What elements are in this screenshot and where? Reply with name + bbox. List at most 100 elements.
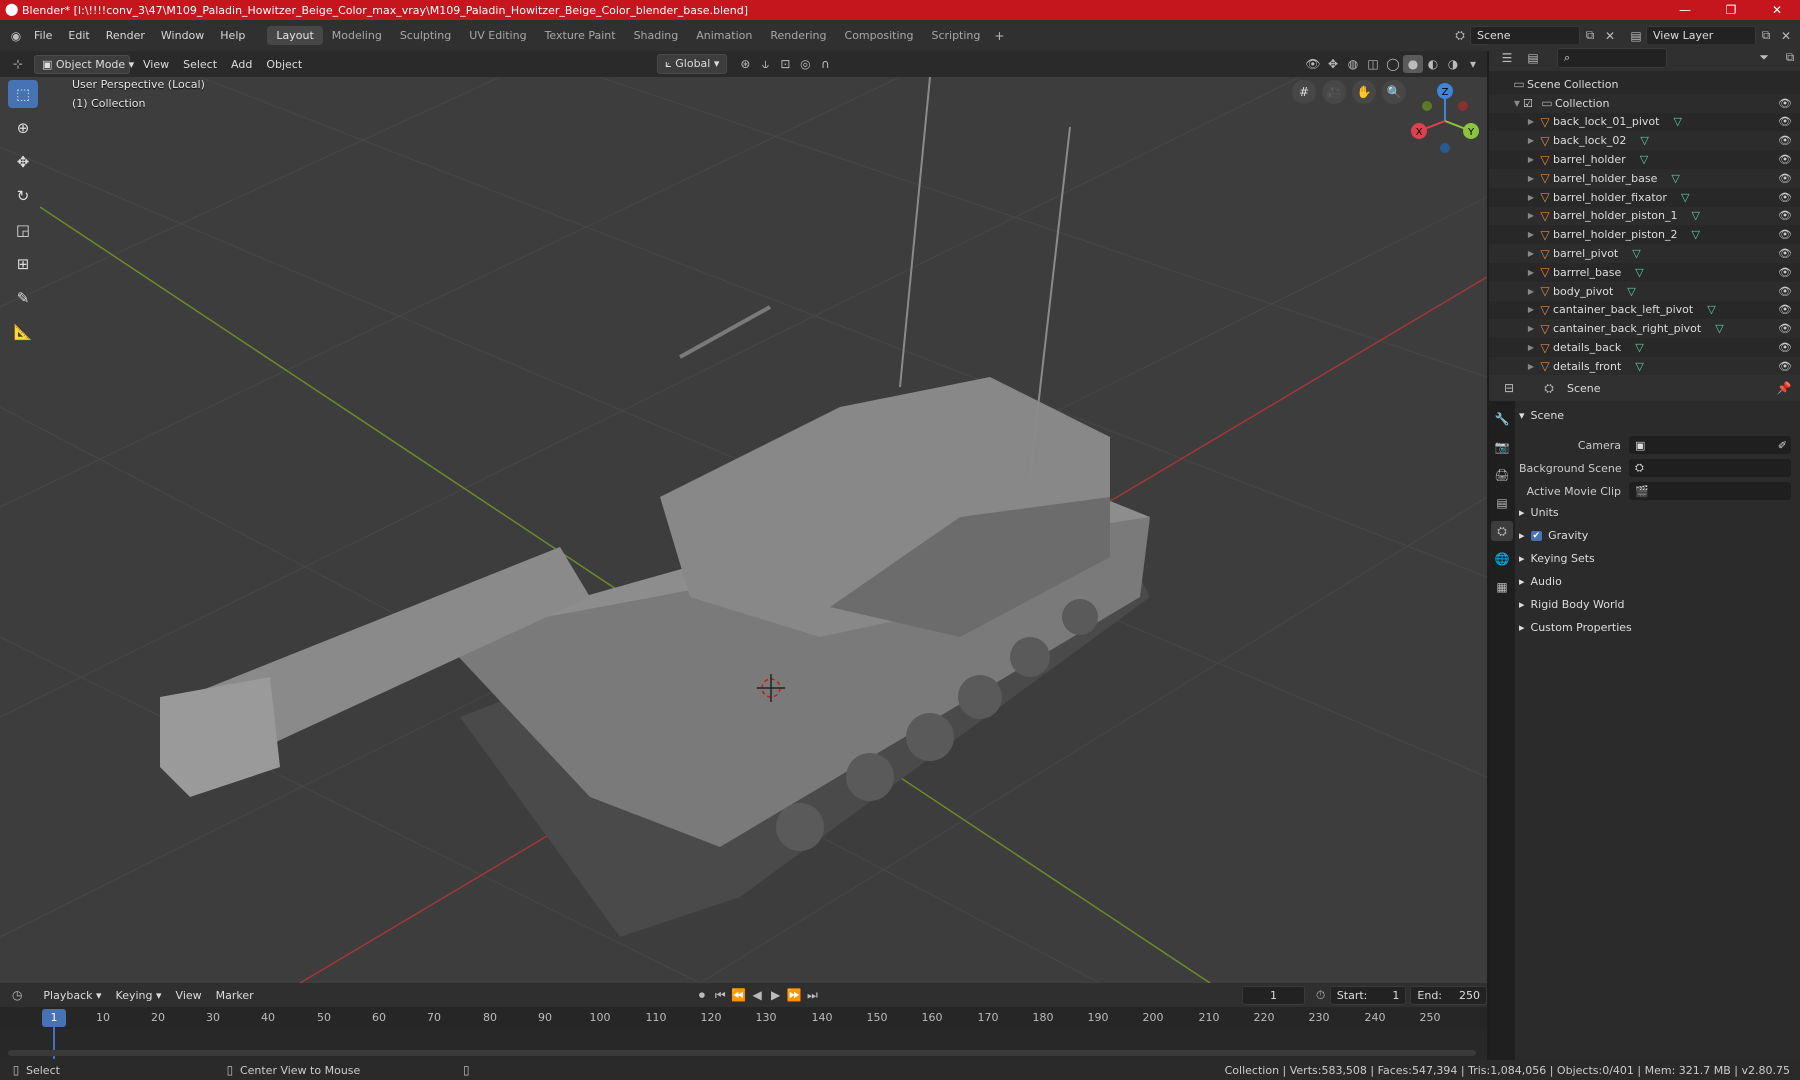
outliner-item[interactable]: ▶ ▽ body_pivot ▽ 👁 <box>1489 281 1800 301</box>
material-shading-icon[interactable]: ◐ <box>1423 55 1443 73</box>
outliner-item[interactable]: ▶ ▽ barrel_pivot ▽ 👁 <box>1489 244 1800 263</box>
toggle-grid-icon[interactable]: # <box>1292 80 1316 104</box>
output-tab-icon[interactable]: 🖨 <box>1491 465 1513 485</box>
overlay-toggle-icon[interactable]: ◍ <box>1343 55 1363 73</box>
move-tool[interactable]: ✥ <box>8 148 38 176</box>
3d-viewport[interactable] <box>0 77 1487 983</box>
eye-icon[interactable]: 👁 <box>1778 247 1792 260</box>
timeline-editor-icon[interactable]: ◷ <box>8 986 26 1004</box>
eye-icon[interactable]: 👁 <box>1778 153 1792 166</box>
texture-tab-icon[interactable]: ▦ <box>1491 577 1513 597</box>
outliner-item[interactable]: ▶ ▽ cantainer_back_left_pivot ▽ 👁 <box>1489 301 1800 320</box>
menu-window[interactable]: Window <box>153 29 212 42</box>
rigid-body-world-panel[interactable]: ▸ Rigid Body World <box>1519 598 1625 611</box>
menu-object[interactable]: Object <box>259 56 309 73</box>
menu-marker[interactable]: Marker <box>209 987 261 1004</box>
gizmo-toggle-icon[interactable]: ✥ <box>1323 55 1343 73</box>
eye-icon[interactable]: 👁 <box>1778 303 1792 316</box>
menu-keying[interactable]: Keying ▾ <box>109 987 169 1004</box>
tab-animation[interactable]: Animation <box>687 26 761 45</box>
falloff-icon[interactable]: ∩ <box>815 55 835 73</box>
outliner-item[interactable]: ▶ ▽ barrel_holder_piston_1 ▽ 👁 <box>1489 206 1800 226</box>
annotate-tool[interactable]: ✎ <box>8 284 38 312</box>
expand-arrow-icon[interactable]: ▶ <box>1525 362 1537 371</box>
new-collection-icon[interactable]: ⧉ <box>1780 49 1800 67</box>
navigation-gizmo[interactable]: Z Y X <box>1405 81 1485 161</box>
expand-arrow-icon[interactable]: ▶ <box>1525 155 1537 164</box>
pin-icon[interactable]: 📌 <box>1774 379 1794 397</box>
next-keyframe-icon[interactable]: ⏩ <box>785 986 803 1004</box>
scene-collection-row[interactable]: ▭ Scene Collection <box>1489 75 1800 94</box>
expand-arrow-icon[interactable]: ▶ <box>1525 249 1537 258</box>
view-layer-tab-icon[interactable]: ▤ <box>1491 493 1513 513</box>
cursor-tool[interactable]: ⊕ <box>8 114 38 142</box>
tab-rendering[interactable]: Rendering <box>761 26 835 45</box>
record-icon[interactable]: ⏺ <box>693 986 711 1004</box>
pan-view-icon[interactable]: ✋ <box>1352 80 1376 104</box>
view-layer-field[interactable]: View Layer <box>1646 26 1756 45</box>
wireframe-shading-icon[interactable]: ◯ <box>1383 55 1403 73</box>
tab-uv-editing[interactable]: UV Editing <box>460 26 535 45</box>
eye-icon[interactable]: 👁 <box>1778 191 1792 204</box>
snap-icon[interactable]: ⫝ <box>755 55 775 73</box>
prev-keyframe-icon[interactable]: ⏪ <box>730 986 748 1004</box>
eye-icon[interactable]: 👁 <box>1778 322 1792 335</box>
keying-sets-panel[interactable]: ▸ Keying Sets <box>1519 552 1595 565</box>
transform-orientation-dropdown[interactable]: ⟀ Global ▾ <box>657 54 728 74</box>
solid-shading-icon[interactable]: ● <box>1403 55 1423 73</box>
start-frame-field[interactable]: Start: 1 <box>1329 985 1407 1005</box>
stopwatch-icon[interactable]: ⏱ <box>1311 986 1329 1004</box>
eye-icon[interactable]: 👁 <box>1778 360 1792 373</box>
menu-edit[interactable]: Edit <box>60 29 97 42</box>
menu-add[interactable]: Add <box>224 56 259 73</box>
menu-timeline-view[interactable]: View <box>169 987 209 1004</box>
expand-arrow-icon[interactable]: ▶ <box>1525 268 1537 277</box>
tab-sculpting[interactable]: Sculpting <box>391 26 460 45</box>
outliner-item[interactable]: ▶ ▽ details_front ▽ 👁 <box>1489 356 1800 376</box>
rotate-tool[interactable]: ↻ <box>8 182 38 210</box>
tab-texture-paint[interactable]: Texture Paint <box>536 26 625 45</box>
tab-layout[interactable]: Layout <box>267 26 323 45</box>
tab-scripting[interactable]: Scripting <box>922 26 989 45</box>
expand-arrow-icon[interactable]: ▶ <box>1525 136 1537 145</box>
outliner-item[interactable]: ▶ ▽ barrel_holder_fixator ▽ 👁 <box>1489 188 1800 207</box>
eye-icon[interactable]: 👁 <box>1778 285 1792 298</box>
delete-view-layer-icon[interactable]: ✕ <box>1776 27 1796 45</box>
menu-file[interactable]: File <box>26 29 60 42</box>
view-layer-icon[interactable]: ▤ <box>1626 27 1646 45</box>
scene-tab-icon[interactable]: ⛭ <box>1491 521 1513 541</box>
expand-arrow-icon[interactable]: ▶ <box>1525 324 1537 333</box>
eye-icon[interactable]: 👁 <box>1778 172 1792 185</box>
gravity-panel[interactable]: ▸ ✔ Gravity <box>1519 529 1588 542</box>
camera-field[interactable]: ▣ ✐ <box>1629 436 1791 454</box>
menu-view[interactable]: View <box>136 56 176 73</box>
units-panel[interactable]: ▸ Units <box>1519 506 1559 519</box>
menu-select[interactable]: Select <box>176 56 224 73</box>
outliner-editor-icon[interactable]: ☰ <box>1497 49 1517 67</box>
blender-menu-icon[interactable]: ◉ <box>6 27 26 45</box>
tab-shading[interactable]: Shading <box>625 26 688 45</box>
play-reverse-icon[interactable]: ◀ <box>748 986 766 1004</box>
tab-modeling[interactable]: Modeling <box>323 26 391 45</box>
new-scene-icon[interactable]: ⧉ <box>1580 27 1600 45</box>
expand-arrow-icon[interactable]: ▶ <box>1525 343 1537 352</box>
proportional-edit-icon[interactable]: ◎ <box>795 55 815 73</box>
expand-arrow-icon[interactable]: ▶ <box>1525 193 1537 202</box>
gravity-checkbox[interactable]: ✔ <box>1530 530 1543 541</box>
background-scene-field[interactable]: ⛭ <box>1629 459 1791 477</box>
outliner-item[interactable]: ▶ ▽ cantainer_back_right_pivot ▽ 👁 <box>1489 319 1800 339</box>
menu-help[interactable]: Help <box>212 29 253 42</box>
select-box-tool[interactable]: ⬚ <box>8 80 38 108</box>
properties-editor-icon[interactable]: ⊟ <box>1499 379 1519 397</box>
editor-type-icon[interactable]: ⊹ <box>8 55 28 73</box>
filter-icon[interactable]: ⏷ <box>1754 49 1774 67</box>
tank-model[interactable] <box>160 77 1150 937</box>
expand-arrow-icon[interactable]: ▶ <box>1525 287 1537 296</box>
maximize-button[interactable]: ❐ <box>1708 3 1754 17</box>
delete-scene-icon[interactable]: ✕ <box>1600 27 1620 45</box>
display-mode-icon[interactable]: ▤ <box>1523 49 1543 67</box>
close-window-button[interactable]: ✕ <box>1754 3 1800 17</box>
outliner-item[interactable]: ▶ ▽ barrel_holder ▽ 👁 <box>1489 150 1800 169</box>
scale-tool[interactable]: ◲ <box>8 216 38 244</box>
checkbox-icon[interactable]: ☑ <box>1523 97 1539 110</box>
